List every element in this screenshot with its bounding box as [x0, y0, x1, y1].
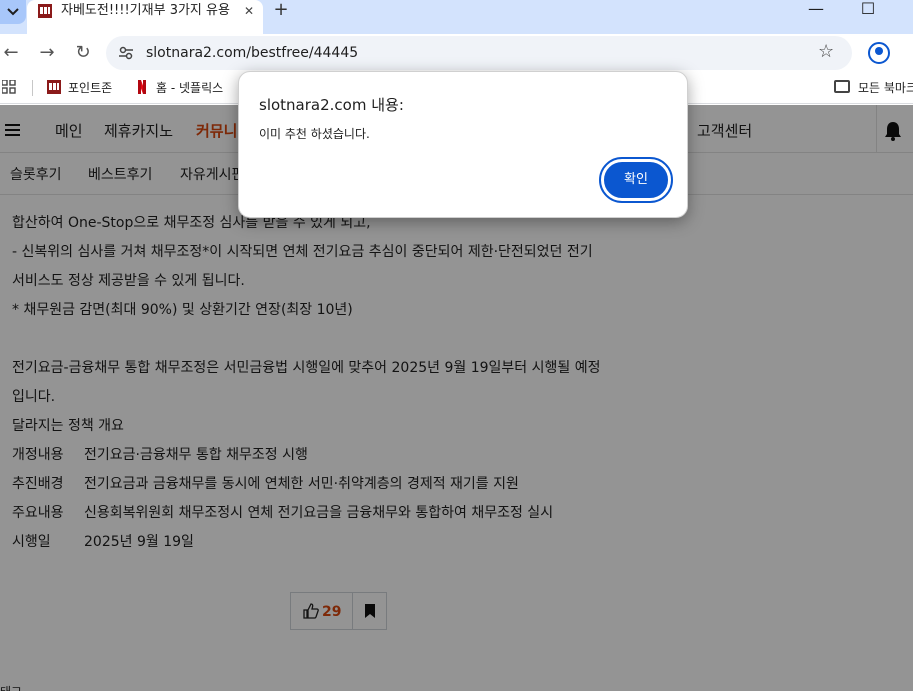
- back-button[interactable]: ←: [0, 42, 22, 64]
- bookmark-star-icon[interactable]: ☆: [818, 42, 834, 62]
- url-text[interactable]: slotnara2.com/bestfree/44445: [146, 44, 358, 62]
- dialog-message: 이미 추천 하셨습니다.: [259, 127, 370, 141]
- close-tab-icon[interactable]: ✕: [241, 3, 257, 19]
- bookmarks-separator: [32, 80, 33, 96]
- maximize-button[interactable]: ☐: [848, 0, 888, 20]
- all-bookmarks-label[interactable]: 모든 북마크: [858, 78, 913, 98]
- apps-grid-icon[interactable]: [2, 80, 16, 94]
- window-close-button[interactable]: ✕: [900, 0, 913, 20]
- ok-button[interactable]: 확인: [599, 157, 673, 203]
- bookmark-point-zone[interactable]: 포인트존: [46, 78, 112, 98]
- slot-machine-icon: [38, 4, 52, 18]
- dialog-title: slotnara2.com 내용:: [259, 96, 404, 114]
- bookmark-label: 포인트존: [68, 81, 113, 95]
- minimize-button[interactable]: —: [796, 0, 836, 20]
- folder-icon[interactable]: [834, 80, 850, 93]
- new-tab-button[interactable]: +: [272, 1, 290, 19]
- reload-button[interactable]: ↻: [72, 42, 94, 64]
- slot-machine-icon: [47, 80, 61, 94]
- netflix-logo-icon: [138, 80, 146, 94]
- browser-tab[interactable]: 자베도전!!!!기재부 3가지 유용 ✕: [27, 0, 263, 34]
- forward-button[interactable]: →: [36, 42, 58, 64]
- address-bar[interactable]: slotnara2.com/bestfree/44445 ☆: [106, 36, 852, 70]
- bookmark-netflix[interactable]: 홈 - 넷플릭스: [134, 78, 223, 98]
- chevron-down-icon: [7, 8, 19, 16]
- site-settings-icon[interactable]: [118, 45, 134, 61]
- bookmark-label: 홈 - 넷플릭스: [156, 81, 224, 95]
- alert-dialog: slotnara2.com 내용: 이미 추천 하셨습니다. 확인: [238, 71, 688, 218]
- tab-search-button[interactable]: [0, 0, 26, 24]
- tab-title: 자베도전!!!!기재부 3가지 유용: [61, 3, 230, 18]
- profile-avatar[interactable]: [868, 42, 890, 64]
- browser-toolbar: ← → ↻ slotnara2.com/bestfree/44445 ☆: [0, 34, 913, 72]
- tab-strip: 자베도전!!!!기재부 3가지 유용 ✕ + — ☐ ✕: [0, 0, 913, 34]
